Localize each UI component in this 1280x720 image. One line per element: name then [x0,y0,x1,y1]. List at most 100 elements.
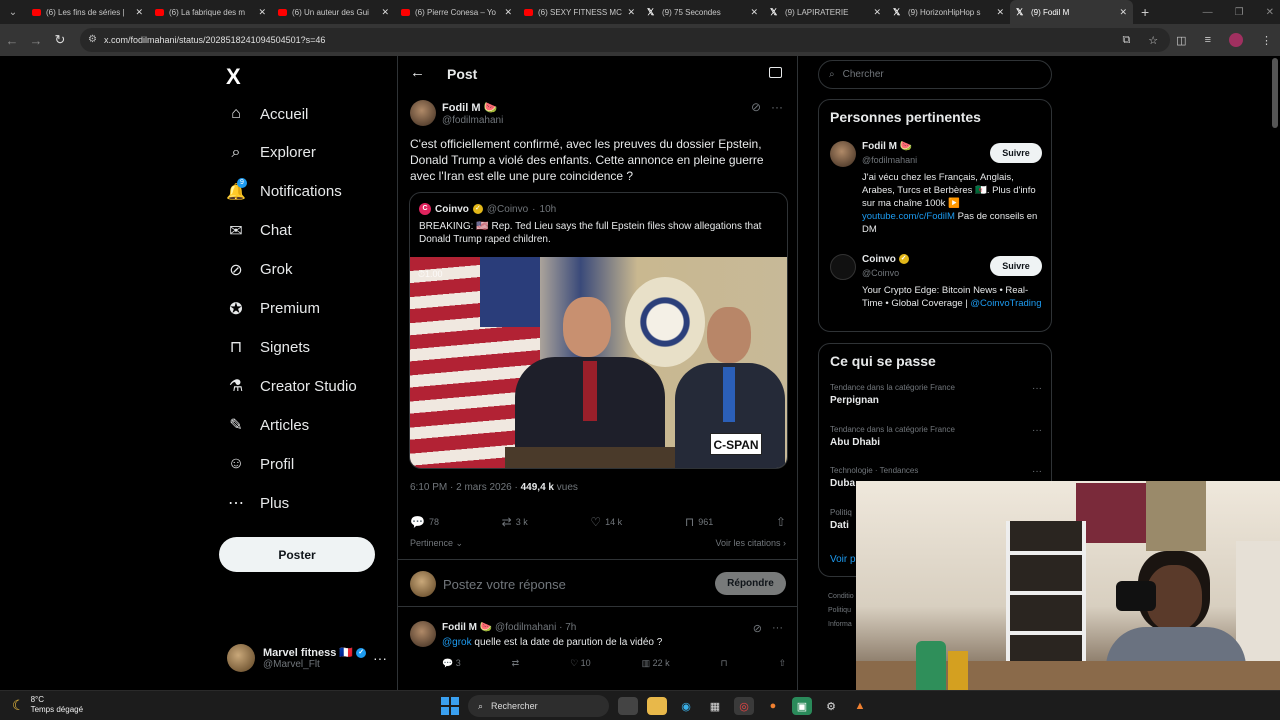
browser-tab[interactable]: (6) Les fins de séries | ✕ [26,0,149,24]
more-dots-icon[interactable]: ··· [373,650,387,666]
follow-button[interactable]: Suivre [990,143,1042,163]
browser-tab[interactable]: (6) La fabrique des m ✕ [149,0,272,24]
reply-button[interactable]: Répondre [715,572,786,595]
reply-author-name[interactable]: Fodil M 🍉 [442,622,492,633]
nav-item-profil[interactable]: ☺ Profil [226,454,294,474]
back-nav-button[interactable]: ← [0,33,24,48]
nav-item-accueil[interactable]: ⌂ Accueil [226,104,308,124]
file-explorer-icon[interactable] [647,697,667,715]
edge-icon[interactable]: ◉ [676,697,696,715]
more-options-icon[interactable]: ··· [1032,466,1042,477]
firefox-icon[interactable]: ● [763,697,783,715]
grok-icon[interactable]: ⊘ [753,622,762,635]
minimize-button[interactable]: — [1203,7,1213,18]
url-bar[interactable]: ⚙ x.com/fodilmahani/status/2028518241094… [80,28,1170,52]
reader-mode-icon[interactable] [769,67,782,78]
nav-item-signets[interactable]: ⊓ Signets [226,337,310,357]
footer-link[interactable]: Politiqu [828,604,854,618]
media-controls-icon[interactable]: ≡ [1205,34,1211,46]
grok-icon[interactable]: ⊘ [751,100,761,114]
video-player[interactable]: ⏱1.00 C-SPAN [410,257,787,468]
bio-link[interactable]: @CoinvoTrading [970,298,1041,309]
reload-button[interactable]: ↻ [48,32,72,48]
reply-action[interactable]: 💬 3 [442,658,461,669]
more-options-icon[interactable]: ··· [772,622,783,635]
sort-dropdown[interactable]: Pertinence ⌄ [410,538,463,549]
weather-widget[interactable]: ☾ 8°C Temps dégagé [12,695,83,715]
repost-action[interactable]: ⇄ 3 k [502,515,528,529]
post-button[interactable]: Poster [219,537,375,572]
bio-link[interactable]: youtube.com/c/FodilM [862,211,955,222]
extensions-icon[interactable]: ◫ [1176,34,1186,47]
bookmark-action[interactable]: ⊓ [721,658,728,669]
browser-tab[interactable]: 𝕏 (9) Fodil M ✕ [1010,0,1133,24]
scrollbar[interactable] [1272,58,1278,128]
view-quotes-link[interactable]: Voir les citations › [715,538,786,549]
post-author-handle[interactable]: @fodilmahani [442,115,503,126]
nav-item-articles[interactable]: ✎ Articles [226,415,309,435]
app-icon[interactable]: ⚙ [821,697,841,715]
more-options-icon[interactable]: ··· [1032,425,1042,436]
close-icon[interactable]: ✕ [873,7,881,18]
bookmark-action[interactable]: ⊓ 961 [685,515,713,529]
nav-item-plus[interactable]: ⋯ Plus [226,493,289,513]
app-icon[interactable]: ▣ [792,697,812,715]
x-logo[interactable]: X [226,64,241,90]
like-action[interactable]: ♡ 10 [570,658,591,669]
repost-action[interactable]: ⇄ [512,658,520,669]
close-icon[interactable]: ✕ [258,7,266,18]
close-icon[interactable]: ✕ [627,7,635,18]
close-window-button[interactable]: ✕ [1266,7,1274,18]
browser-tab[interactable]: (6) Un auteur des Gui ✕ [272,0,395,24]
browser-tab[interactable]: (6) SEXY FITNESS MC ✕ [518,0,641,24]
browser-tab[interactable]: 𝕏 (9) LAPIRATERIE ✕ [764,0,887,24]
windows-start-icon[interactable] [441,697,459,715]
playback-speed[interactable]: ⏱1.00 [418,269,443,280]
tab-search-dropdown[interactable]: ⌄ [0,0,26,24]
site-info-icon[interactable]: ⚙ [88,34,97,45]
reply-action[interactable]: 💬 78 [410,515,439,529]
restore-button[interactable]: ❐ [1235,7,1244,18]
nav-item-notifications[interactable]: 🔔 9 Notifications [226,177,342,202]
browser-tab[interactable]: (6) Pierre Conesa – Yo ✕ [395,0,518,24]
nav-item-premium[interactable]: ✪ Premium [226,299,320,319]
more-options-icon[interactable]: ··· [771,100,783,114]
close-icon[interactable]: ✕ [504,7,512,18]
new-tab-button[interactable]: + [1141,4,1149,20]
views-action[interactable]: ▥ 22 k [642,658,670,669]
search-input[interactable]: ⌕ Chercher [818,60,1052,89]
account-switcher[interactable]: Marvel fitness 🇫🇷 ✓ @Marvel_Flt ··· [227,644,387,672]
vlc-icon[interactable]: ▲ [850,697,870,715]
back-arrow-icon[interactable]: ← [410,64,425,81]
more-options-icon[interactable]: ··· [1032,383,1042,394]
share-action[interactable]: ⇧ [776,515,786,529]
post-author-avatar[interactable] [410,100,436,126]
browser-tab[interactable]: 𝕏 (9) 75 Secondes ✕ [641,0,764,24]
nav-item-chat[interactable]: ✉ Chat [226,221,291,241]
see-more-link[interactable]: Voir p [830,554,856,565]
reply-input[interactable]: Postez votre réponse [443,577,566,592]
trend-item[interactable]: Tendance dans la catégorie France Perpign… [830,383,1042,406]
task-view-icon[interactable] [618,697,638,715]
nav-item-creator-studio[interactable]: ⚗ Creator Studio [226,376,357,396]
nav-item-grok[interactable]: ⊘ Grok [226,260,292,280]
quoted-post[interactable]: C Coinvo ✓ @Coinvo · 10h BREAKING: 🇺🇸 Re… [409,192,788,469]
post-timestamp[interactable]: 6:10 PM · 2 mars 2026 · [410,482,521,493]
close-icon[interactable]: ✕ [1119,7,1127,18]
follow-button[interactable]: Suivre [990,256,1042,276]
reply-author-avatar[interactable] [410,621,436,647]
footer-link[interactable]: Conditio [828,590,854,604]
cast-icon[interactable]: ⧉ [1122,34,1130,47]
browser-tab[interactable]: 𝕏 (9) HorizonHipHop s ✕ [887,0,1010,24]
footer-link[interactable]: Informa [828,618,854,632]
browser-menu-icon[interactable]: ⋮ [1261,34,1272,47]
close-icon[interactable]: ✕ [750,7,758,18]
nav-item-explorer[interactable]: ⌕ Explorer [226,143,316,163]
forward-nav-button[interactable]: → [24,33,48,48]
profile-avatar[interactable] [1229,33,1243,47]
chrome-icon[interactable]: ◎ [734,697,754,715]
like-action[interactable]: ♡ 14 k [590,515,622,529]
post-author-name[interactable]: Fodil M 🍉 [442,101,497,114]
close-icon[interactable]: ✕ [996,7,1004,18]
close-icon[interactable]: ✕ [135,7,143,18]
